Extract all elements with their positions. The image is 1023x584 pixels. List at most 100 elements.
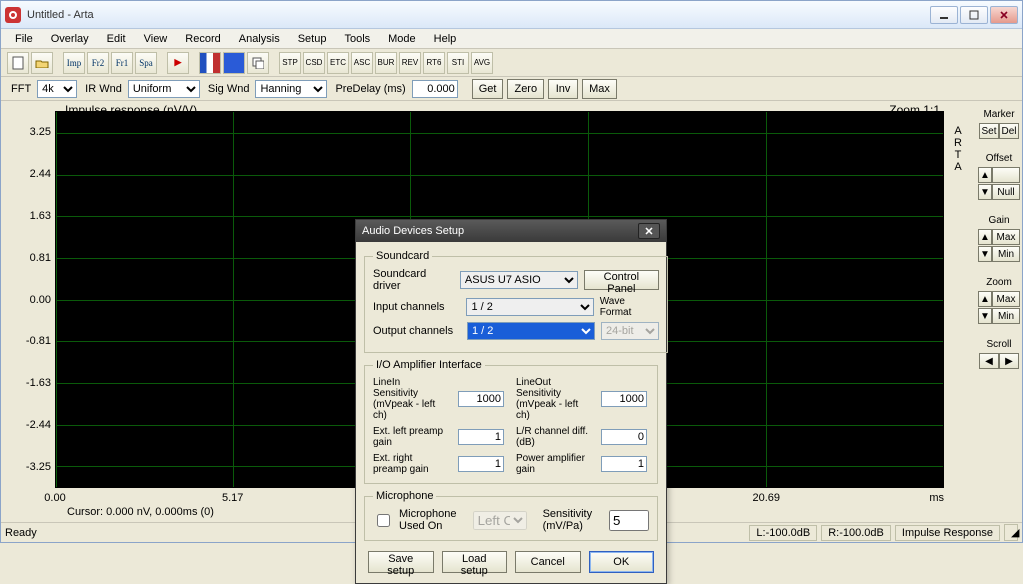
- menu-file[interactable]: File: [7, 31, 41, 47]
- menu-help[interactable]: Help: [426, 31, 465, 47]
- stp-icon[interactable]: STP: [279, 52, 301, 74]
- open-icon[interactable]: [31, 52, 53, 74]
- offset-down-button[interactable]: ▼: [978, 184, 992, 200]
- wave-format-label: Wave Format: [600, 296, 659, 318]
- zoom-min-button[interactable]: Min: [992, 308, 1020, 324]
- gain-down-button[interactable]: ▼: [978, 246, 992, 262]
- menu-analysis[interactable]: Analysis: [231, 31, 288, 47]
- minimize-button[interactable]: [930, 6, 958, 24]
- copy-icon[interactable]: [247, 52, 269, 74]
- load-setup-button[interactable]: Load setup: [442, 551, 508, 573]
- lineout-input[interactable]: [601, 391, 647, 407]
- x-unit: ms: [929, 492, 944, 504]
- imp-button[interactable]: Imp: [63, 52, 85, 74]
- avg-icon[interactable]: AVG: [471, 52, 493, 74]
- inv-button[interactable]: Inv: [548, 79, 578, 99]
- output-channels-select[interactable]: 1 / 2: [467, 322, 595, 340]
- dialog-title: Audio Devices Setup: [362, 225, 464, 237]
- bur-icon[interactable]: BUR: [375, 52, 397, 74]
- marker-set-button[interactable]: Set: [979, 123, 999, 139]
- maximize-button[interactable]: [960, 6, 988, 24]
- sti-icon[interactable]: STI: [447, 52, 469, 74]
- soundcard-group: Soundcard Soundcard driver ASUS U7 ASIO …: [364, 250, 668, 353]
- scroll-left-button[interactable]: ◀: [979, 353, 999, 369]
- offset-up-button[interactable]: ▲: [978, 167, 992, 183]
- fr1-button[interactable]: Fr1: [111, 52, 133, 74]
- new-icon[interactable]: [7, 52, 29, 74]
- arta-label: ARTA: [954, 125, 962, 173]
- zoom-up-button[interactable]: ▲: [978, 291, 992, 307]
- resize-grip-icon[interactable]: ◢: [1004, 524, 1018, 541]
- driver-label: Soundcard driver: [373, 268, 454, 292]
- mic-channel-select[interactable]: Left Ch: [473, 511, 527, 530]
- wave-format-select[interactable]: 24-bit: [601, 322, 659, 340]
- control-panel-button[interactable]: Control Panel: [584, 270, 659, 290]
- gain-up-button[interactable]: ▲: [978, 229, 992, 245]
- fr2-button[interactable]: Fr2: [87, 52, 109, 74]
- microphone-group: Microphone Microphone Used On Left Ch Se…: [364, 490, 658, 541]
- fft-select[interactable]: 4k: [37, 80, 77, 98]
- mic-sens-input[interactable]: [609, 510, 649, 531]
- spa-button[interactable]: Spa: [135, 52, 157, 74]
- color-icon[interactable]: [199, 52, 221, 74]
- dialog-body: Soundcard Soundcard driver ASUS U7 ASIO …: [356, 242, 666, 583]
- irwnd-select[interactable]: Uniform: [128, 80, 200, 98]
- status-ready: Ready: [5, 527, 37, 539]
- menu-setup[interactable]: Setup: [290, 31, 335, 47]
- mic-used-checkbox[interactable]: [377, 514, 390, 527]
- status-right-level: R:-100.0dB: [821, 525, 891, 541]
- null-button[interactable]: Null: [992, 184, 1020, 200]
- scroll-right-button[interactable]: ▶: [999, 353, 1019, 369]
- predelay-input[interactable]: [412, 80, 458, 98]
- menu-tools[interactable]: Tools: [336, 31, 378, 47]
- record-icon[interactable]: ▶: [167, 52, 189, 74]
- save-setup-button[interactable]: Save setup: [368, 551, 434, 573]
- dialog-close-button[interactable]: ✕: [638, 223, 660, 239]
- close-button[interactable]: [990, 6, 1018, 24]
- zoom-down-button[interactable]: ▼: [978, 308, 992, 324]
- linein-input[interactable]: [458, 391, 504, 407]
- lr-diff-input[interactable]: [601, 429, 647, 445]
- app-icon: [5, 7, 21, 23]
- dialog-titlebar[interactable]: Audio Devices Setup ✕: [356, 220, 666, 242]
- menu-record[interactable]: Record: [177, 31, 228, 47]
- driver-select[interactable]: ASUS U7 ASIO: [460, 271, 578, 289]
- bw-icon[interactable]: [223, 52, 245, 74]
- menu-edit[interactable]: Edit: [99, 31, 134, 47]
- gain-max-button[interactable]: Max: [992, 229, 1020, 245]
- predelay-label: PreDelay (ms): [335, 83, 405, 95]
- ext-right-label: Ext. right preamp gain: [373, 453, 448, 475]
- rev-icon[interactable]: REV: [399, 52, 421, 74]
- cancel-button[interactable]: Cancel: [515, 551, 581, 573]
- zoom-max-button[interactable]: Max: [992, 291, 1020, 307]
- input-channels-select[interactable]: 1 / 2: [466, 298, 593, 316]
- input-channels-label: Input channels: [373, 301, 460, 313]
- lineout-label: LineOut Sensitivity (mVpeak - left ch): [516, 377, 591, 421]
- sigwnd-select[interactable]: Hanning: [255, 80, 327, 98]
- gain-min-button[interactable]: Min: [992, 246, 1020, 262]
- menu-overlay[interactable]: Overlay: [43, 31, 97, 47]
- csd-icon[interactable]: CSD: [303, 52, 325, 74]
- etc-icon[interactable]: ETC: [327, 52, 349, 74]
- app-window: Untitled - Arta File Overlay Edit View R…: [0, 0, 1023, 543]
- lr-diff-label: L/R channel diff. (dB): [516, 426, 591, 448]
- get-button[interactable]: Get: [472, 79, 504, 99]
- side-panel: Marker Set Del Offset ▲ ▼Null Gain ▲Max …: [976, 101, 1022, 522]
- ext-right-input[interactable]: [458, 456, 504, 472]
- toolbar-params: FFT 4k IR Wnd Uniform Sig Wnd Hanning Pr…: [1, 77, 1022, 101]
- zero-button[interactable]: Zero: [507, 79, 544, 99]
- menu-view[interactable]: View: [136, 31, 176, 47]
- ok-button[interactable]: OK: [589, 551, 655, 573]
- ext-left-label: Ext. left preamp gain: [373, 426, 448, 448]
- ext-left-input[interactable]: [458, 429, 504, 445]
- offset-label: Offset: [986, 153, 1013, 164]
- max-button[interactable]: Max: [582, 79, 617, 99]
- asc-icon[interactable]: ASC: [351, 52, 373, 74]
- marker-del-button[interactable]: Del: [999, 123, 1019, 139]
- rt6-icon[interactable]: RT6: [423, 52, 445, 74]
- scroll-label: Scroll: [986, 339, 1011, 350]
- zoom-label2: Zoom: [986, 277, 1012, 288]
- menu-mode[interactable]: Mode: [380, 31, 424, 47]
- soundcard-legend: Soundcard: [373, 250, 432, 262]
- power-amp-input[interactable]: [601, 456, 647, 472]
